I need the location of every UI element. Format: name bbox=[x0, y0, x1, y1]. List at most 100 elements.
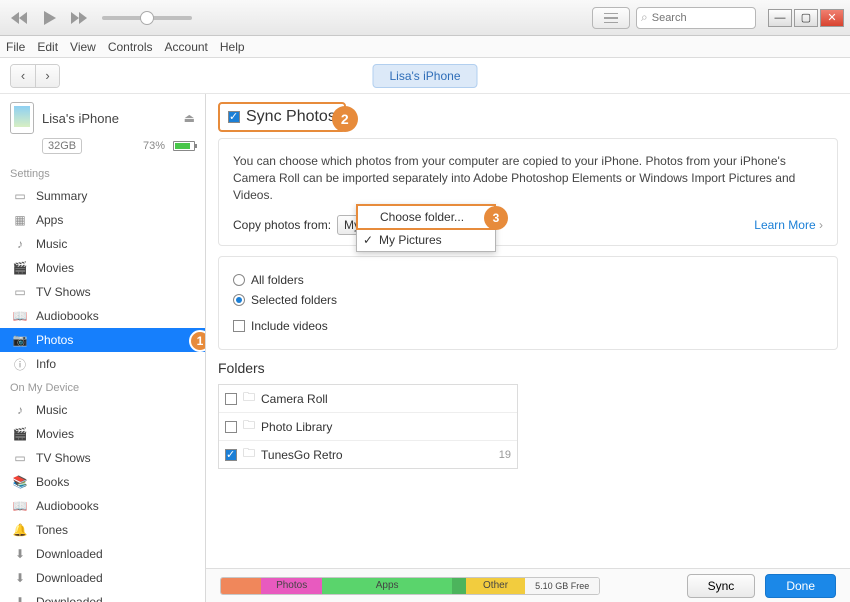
movies-icon: 🎬 bbox=[12, 260, 28, 276]
minimize-button[interactable]: — bbox=[768, 9, 792, 27]
sidebar: Lisa's iPhone ⏏ 32GB 73% Settings ▭Summa… bbox=[0, 94, 206, 602]
sidebar-item-audiobooks[interactable]: 📖Audiobooks bbox=[0, 304, 205, 328]
sidebar-label: Summary bbox=[36, 189, 87, 203]
download-icon: ⬇ bbox=[12, 594, 28, 602]
forward-button[interactable]: › bbox=[35, 65, 59, 87]
sidebar-label: TV Shows bbox=[36, 285, 91, 299]
checkbox-icon[interactable] bbox=[225, 393, 237, 405]
folder-row[interactable]: 🗀TunesGo Retro19 bbox=[219, 441, 517, 468]
sidebar-item-tvshows[interactable]: ▭ TV Shows bbox=[0, 280, 205, 304]
copy-from-dropdown: Choose folder... 3 My Pictures bbox=[356, 204, 496, 252]
menu-help[interactable]: Help bbox=[220, 40, 245, 54]
include-videos-option[interactable]: Include videos bbox=[233, 319, 823, 333]
sidebar-item-movies[interactable]: 🎬 Movies bbox=[0, 256, 205, 280]
menu-controls[interactable]: Controls bbox=[108, 40, 153, 54]
sidebar-label: Downloaded bbox=[36, 547, 103, 561]
sidebar-item[interactable]: 🎬Movies bbox=[0, 422, 205, 446]
sidebar-item[interactable]: ▭ TV Shows bbox=[0, 446, 205, 470]
selected-folders-option[interactable]: Selected folders bbox=[233, 293, 823, 307]
sidebar-item-info[interactable]: ⓘInfo bbox=[0, 352, 205, 376]
next-button[interactable] bbox=[66, 5, 92, 31]
sidebar-header-settings: Settings bbox=[0, 162, 205, 184]
dropdown-my-pictures[interactable]: My Pictures bbox=[357, 229, 495, 251]
tv-icon: ▭ bbox=[12, 450, 28, 466]
sidebar-item-music[interactable]: ♪Music bbox=[0, 232, 205, 256]
sync-button[interactable]: Sync bbox=[687, 574, 756, 598]
sidebar-item[interactable]: 🔔Tones bbox=[0, 518, 205, 542]
menu-view[interactable]: View bbox=[70, 40, 96, 54]
prev-button[interactable] bbox=[6, 5, 32, 31]
checkbox-icon[interactable] bbox=[225, 449, 237, 461]
sidebar-header-ondevice: On My Device bbox=[0, 376, 205, 398]
sidebar-item[interactable]: 📖Audiobooks bbox=[0, 494, 205, 518]
sidebar-item[interactable]: ♪Music bbox=[0, 398, 205, 422]
option-label: Include videos bbox=[251, 319, 328, 333]
volume-knob[interactable] bbox=[140, 11, 154, 25]
sidebar-label: Downloaded bbox=[36, 595, 103, 602]
sync-photos-header: Sync Photos 2 bbox=[218, 102, 346, 132]
volume-slider[interactable] bbox=[102, 16, 192, 20]
back-button[interactable]: ‹ bbox=[11, 65, 35, 87]
usage-segment-other: Other bbox=[466, 578, 526, 594]
done-button[interactable]: Done bbox=[765, 574, 836, 598]
sidebar-label: Apps bbox=[36, 213, 63, 227]
device-name: Lisa's iPhone bbox=[42, 111, 119, 126]
list-view-button[interactable] bbox=[592, 7, 630, 29]
checkbox-icon[interactable] bbox=[225, 421, 237, 433]
sidebar-item[interactable]: ⬇ Downloaded bbox=[0, 590, 205, 602]
sidebar-item-apps[interactable]: ▦Apps bbox=[0, 208, 205, 232]
all-folders-option[interactable]: All folders bbox=[233, 273, 823, 287]
dropdown-label: Choose folder... bbox=[380, 210, 464, 224]
content-area: Sync Photos 2 You can choose which photo… bbox=[206, 94, 850, 602]
sidebar-label: Music bbox=[36, 237, 67, 251]
top-toolbar: ⌕ — ▢ ✕ bbox=[0, 0, 850, 36]
dropdown-label: My Pictures bbox=[379, 233, 442, 247]
eject-icon[interactable]: ⏏ bbox=[184, 111, 195, 125]
device-subinfo: 32GB 73% bbox=[0, 138, 205, 162]
checkbox-icon bbox=[233, 320, 245, 332]
play-button[interactable] bbox=[36, 5, 62, 31]
folder-row[interactable]: 🗀Photo Library bbox=[219, 413, 517, 441]
sidebar-label: Music bbox=[36, 403, 67, 417]
menu-edit[interactable]: Edit bbox=[37, 40, 58, 54]
radio-icon bbox=[233, 274, 245, 286]
sidebar-label: Info bbox=[36, 357, 56, 371]
folder-icon: 🗀 bbox=[243, 444, 255, 465]
sidebar-label: Downloaded bbox=[36, 571, 103, 585]
download-icon: ⬇ bbox=[12, 570, 28, 586]
search-box[interactable]: ⌕ bbox=[636, 7, 756, 29]
search-input[interactable] bbox=[652, 12, 742, 24]
tv-icon: ▭ bbox=[12, 284, 28, 300]
device-header: Lisa's iPhone ⏏ bbox=[0, 94, 205, 138]
battery-icon bbox=[173, 141, 195, 151]
folder-row[interactable]: 🗀Camera Roll bbox=[219, 385, 517, 413]
sidebar-item[interactable]: ⬇ Downloaded bbox=[0, 566, 205, 590]
device-tab[interactable]: Lisa's iPhone bbox=[372, 64, 477, 88]
usage-segment bbox=[452, 578, 466, 594]
bottom-bar: Photos Apps Other 5.10 GB Free Sync Done bbox=[206, 568, 850, 602]
sidebar-label: Photos bbox=[36, 333, 73, 347]
learn-more-link[interactable]: Learn More › bbox=[754, 218, 823, 232]
sync-photos-title: Sync Photos bbox=[246, 108, 336, 126]
movies-icon: 🎬 bbox=[12, 426, 28, 442]
folder-name: Photo Library bbox=[261, 420, 332, 434]
sidebar-item[interactable]: 📚Books bbox=[0, 470, 205, 494]
sidebar-label: Audiobooks bbox=[36, 309, 99, 323]
dropdown-choose-folder[interactable]: Choose folder... 3 bbox=[356, 204, 496, 230]
radio-icon bbox=[233, 294, 245, 306]
menu-account[interactable]: Account bbox=[165, 40, 208, 54]
sidebar-label: Movies bbox=[36, 261, 74, 275]
sync-photos-checkbox[interactable] bbox=[228, 111, 240, 123]
sidebar-item-photos[interactable]: 📷Photos1 bbox=[0, 328, 205, 352]
sidebar-item-summary[interactable]: ▭Summary bbox=[0, 184, 205, 208]
copy-from-row: Copy photos from: My Pictures 19 photos … bbox=[233, 215, 823, 235]
close-button[interactable]: ✕ bbox=[820, 9, 844, 27]
copy-photos-section: You can choose which photos from your co… bbox=[218, 138, 838, 246]
sync-description: You can choose which photos from your co… bbox=[233, 153, 823, 203]
usage-segment-free: 5.10 GB Free bbox=[525, 578, 599, 594]
sidebar-item[interactable]: ⬇Downloaded bbox=[0, 542, 205, 566]
sidebar-label: Audiobooks bbox=[36, 499, 99, 513]
menu-file[interactable]: File bbox=[6, 40, 25, 54]
maximize-button[interactable]: ▢ bbox=[794, 9, 818, 27]
sidebar-label: TV Shows bbox=[36, 451, 91, 465]
